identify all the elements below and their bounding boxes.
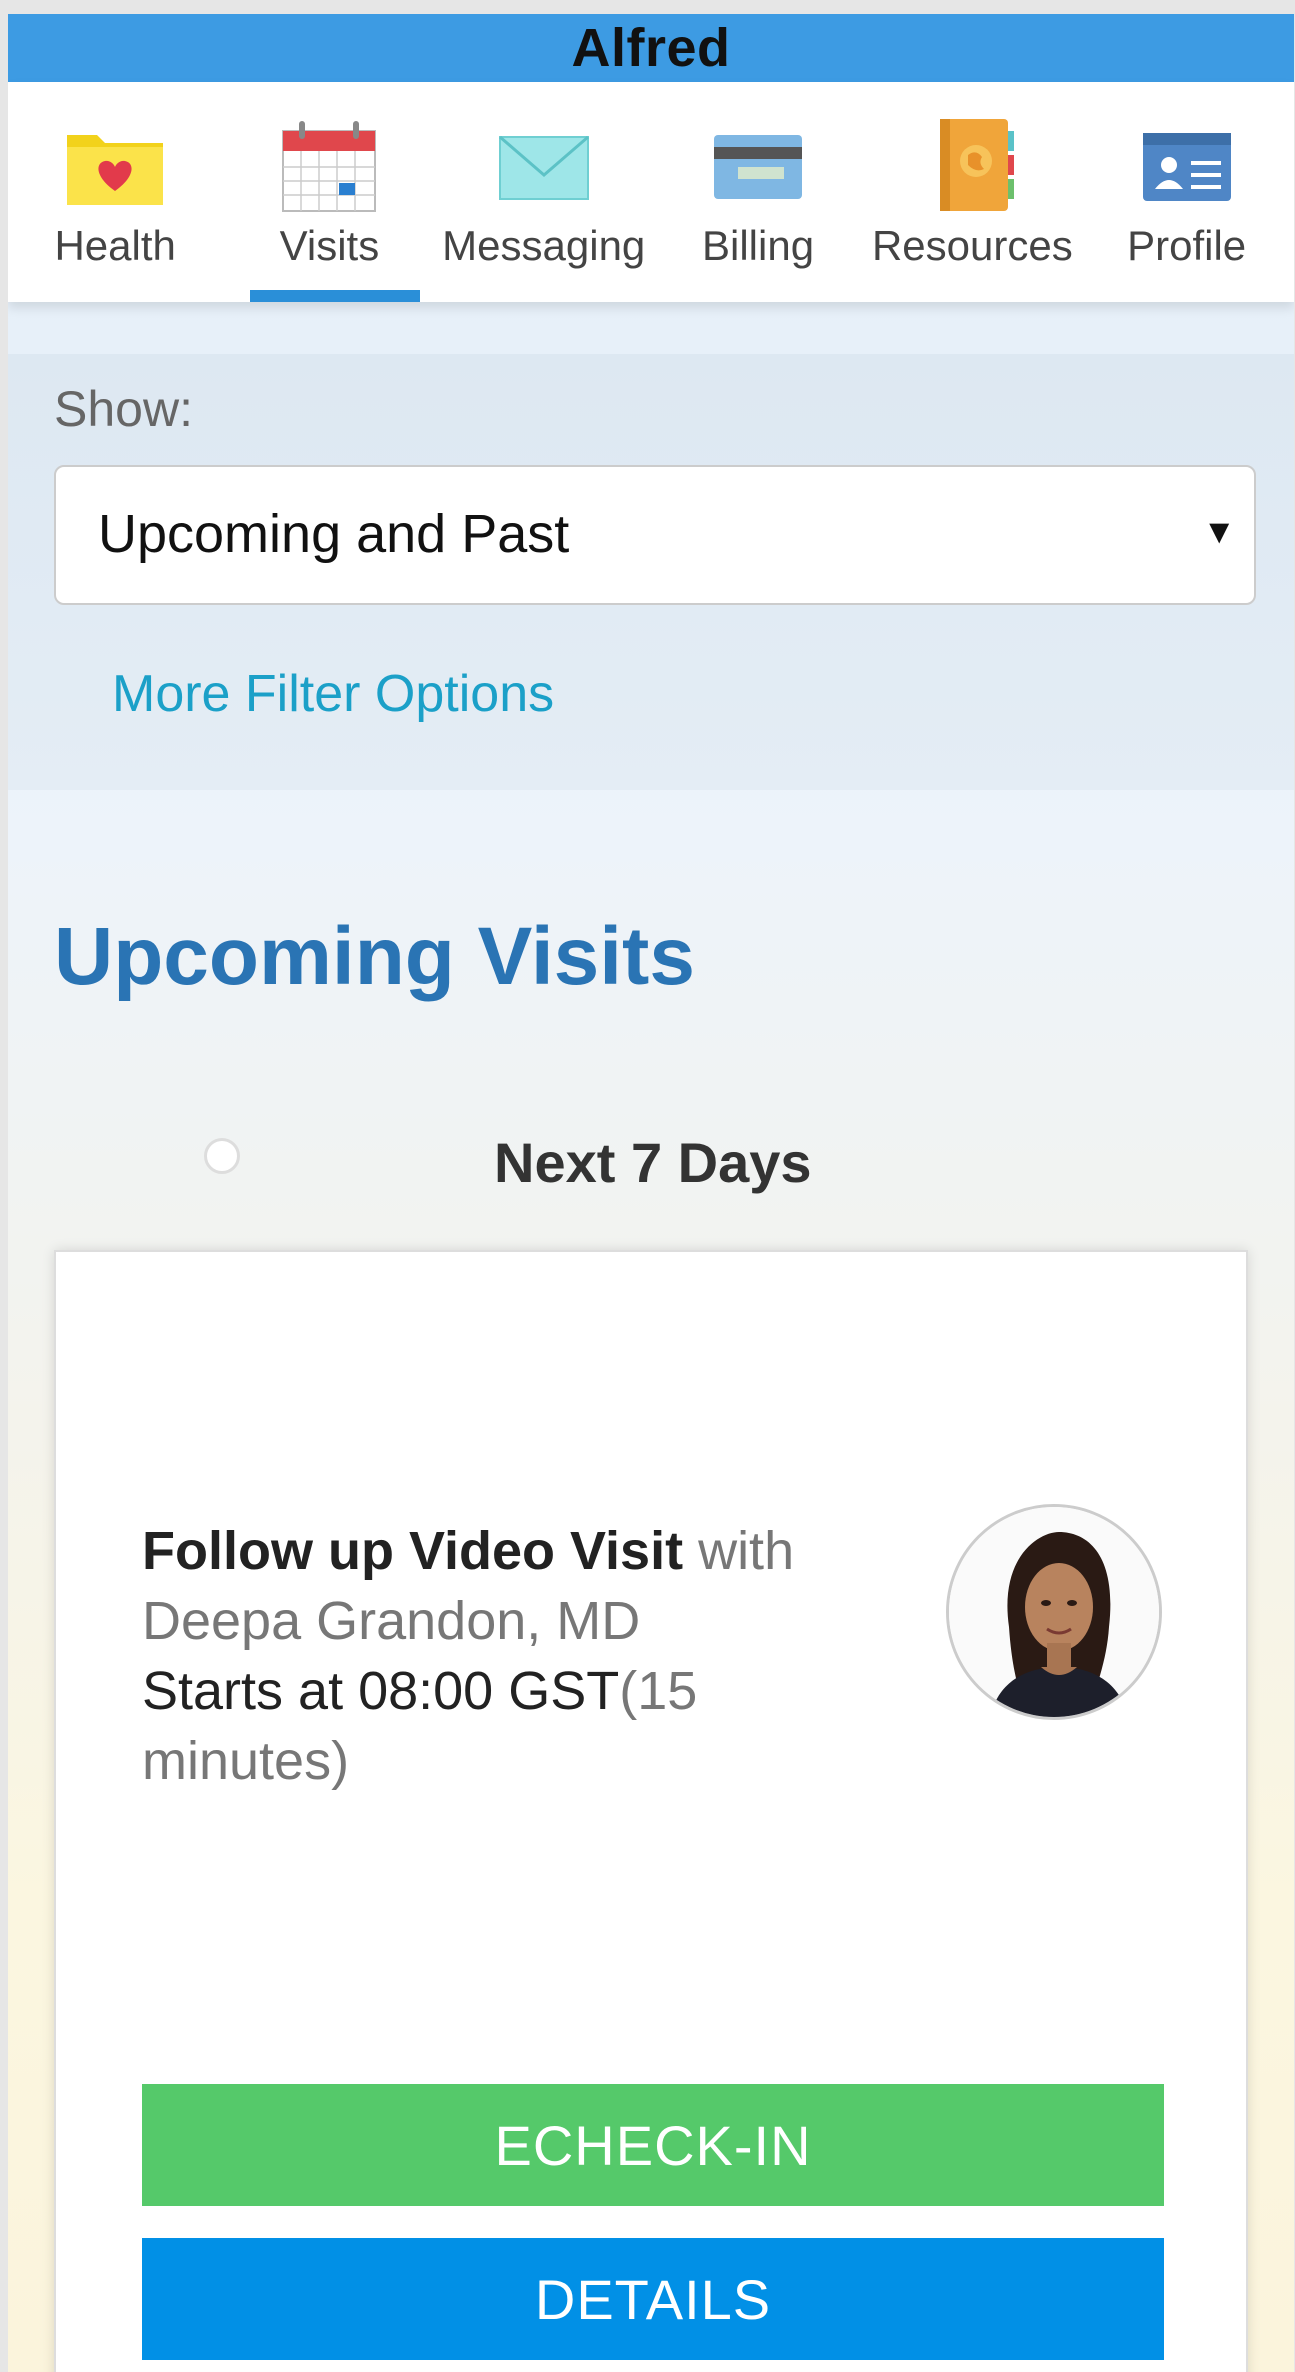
app-frame: Alfred Health Visits Messaging Billing R…	[8, 14, 1294, 2372]
id-card-icon	[1142, 133, 1231, 201]
show-label: Show:	[54, 381, 193, 437]
calendar-icon	[282, 121, 377, 212]
nav-label: Billing	[702, 222, 815, 269]
envelope-icon	[498, 135, 589, 200]
select-value: Upcoming and Past	[98, 504, 570, 564]
provider-photo	[949, 1507, 1159, 1717]
visit-type: Follow up Video Visit	[142, 1521, 684, 1581]
folder-heart-icon	[67, 135, 164, 205]
provider-name: Deepa Grandon, MD	[142, 1591, 641, 1651]
nav-label: Profile	[1127, 222, 1247, 269]
nav-item-visits[interactable]: Visits	[222, 82, 436, 302]
visit-with: with	[683, 1521, 795, 1581]
details-button[interactable]: DETAILS	[142, 2238, 1164, 2360]
visit-filter-select[interactable]: Upcoming and Past ▼	[54, 465, 1256, 605]
visit-description: Follow up Video Visit with Deepa Grandon…	[142, 1516, 902, 1796]
book-globe-icon	[940, 119, 1015, 211]
app-header: Alfred	[8, 14, 1294, 82]
credit-card-icon	[714, 135, 803, 199]
nav-item-health[interactable]: Health	[8, 82, 222, 302]
section-title: Upcoming Visits	[54, 911, 695, 1002]
nav-item-resources[interactable]: Resources	[865, 82, 1079, 302]
nav-label: Messaging	[442, 222, 646, 269]
app-title: Alfred	[571, 18, 731, 78]
nav-label: Resources	[871, 222, 1073, 269]
range-label: Next 7 Days	[494, 1131, 812, 1194]
chevron-down-icon: ▼	[1202, 513, 1236, 551]
provider-avatar	[946, 1504, 1162, 1720]
filter-panel: Show: Upcoming and Past ▼ More Filter Op…	[8, 354, 1294, 790]
nav-label: Visits	[279, 222, 380, 269]
nav-item-profile[interactable]: Profile	[1079, 82, 1293, 302]
active-tab-indicator	[250, 290, 421, 302]
more-filter-options-link[interactable]: More Filter Options	[112, 664, 554, 724]
echeck-in-button[interactable]: ECHECK-IN	[142, 2084, 1164, 2206]
range-radio[interactable]	[204, 1138, 240, 1174]
visit-start-time: Starts at 08:00 GST	[142, 1661, 620, 1721]
visit-card: Follow up Video Visit with Deepa Grandon…	[54, 1250, 1248, 2372]
nav-label: Health	[54, 222, 176, 269]
nav-item-billing[interactable]: Billing	[651, 82, 865, 302]
main-nav: Health Visits Messaging Billing Resource…	[8, 82, 1294, 302]
nav-item-messaging[interactable]: Messaging	[437, 82, 651, 302]
